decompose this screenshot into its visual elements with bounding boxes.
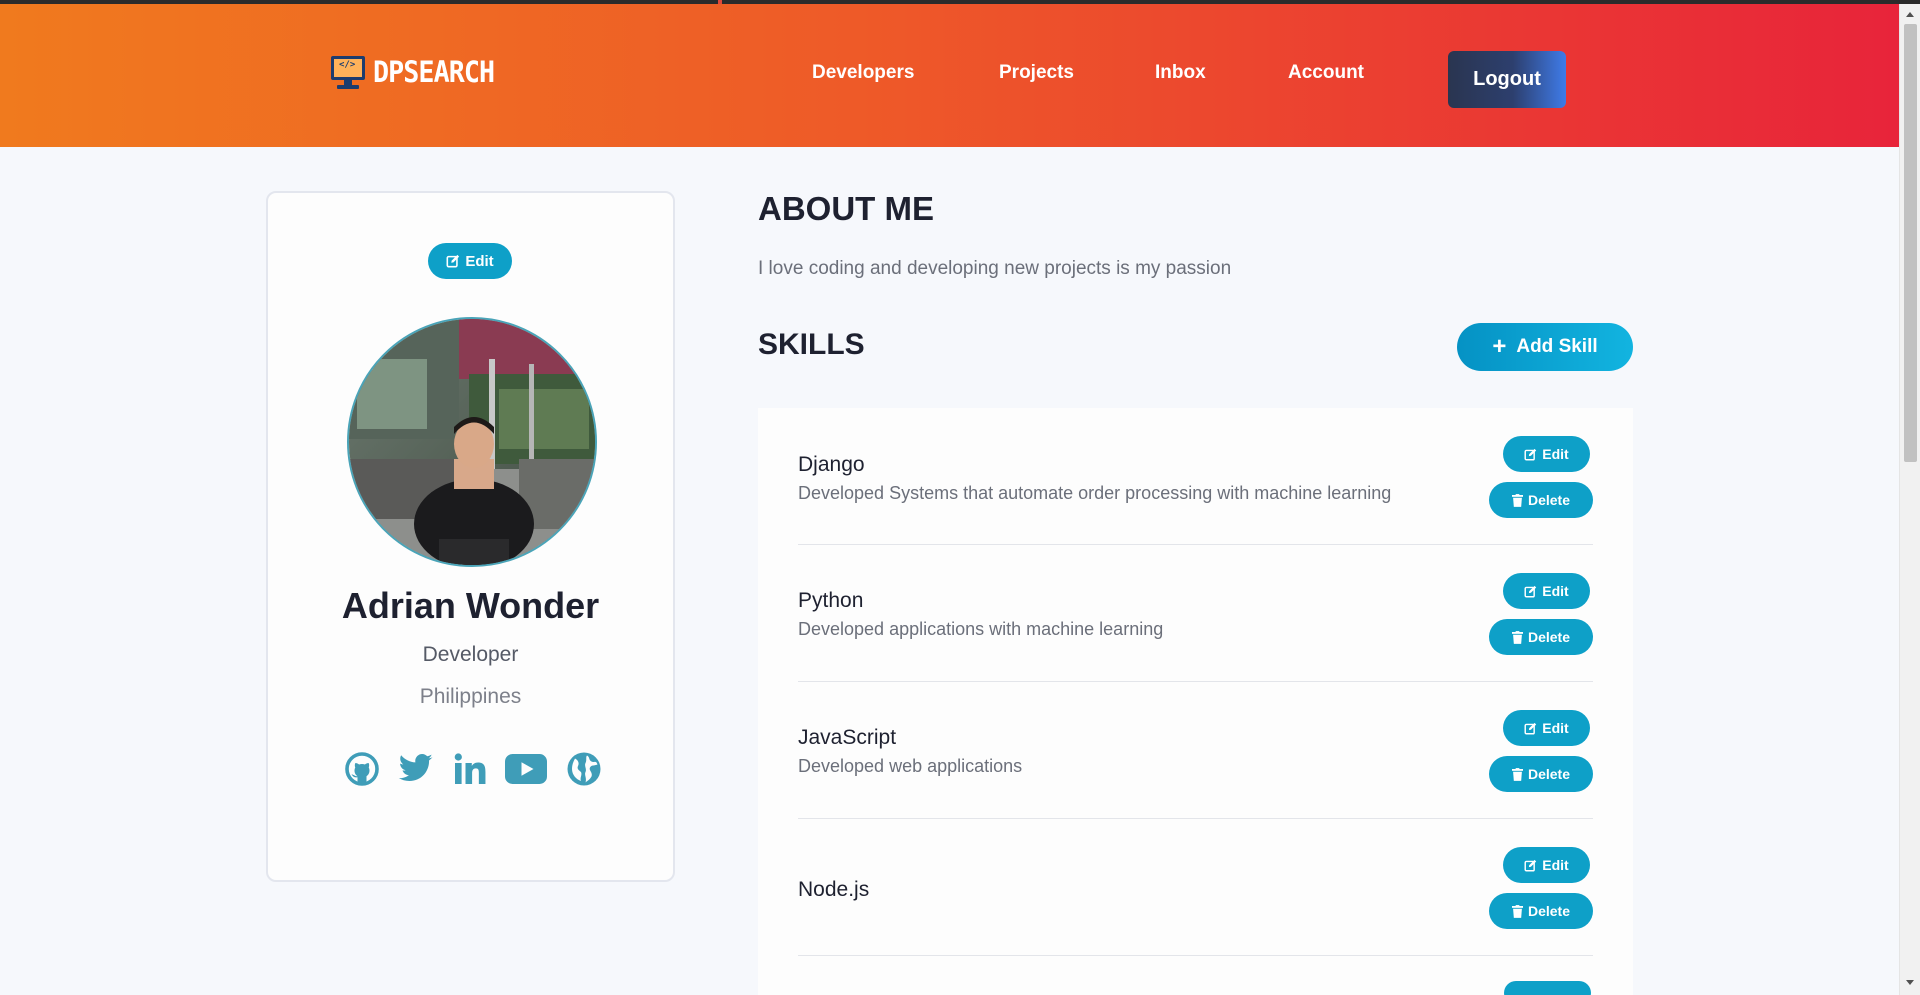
skills-title: SKILLS (758, 328, 865, 361)
trash-icon (1511, 767, 1523, 781)
scrollbar-thumb[interactable] (1904, 24, 1917, 462)
skill-edit-label: Edit (1542, 720, 1569, 736)
nav-projects[interactable]: Projects (999, 62, 1074, 84)
twitter-icon[interactable] (396, 749, 436, 789)
edit-icon (1524, 722, 1537, 735)
skill-edit-button[interactable]: Edit (1503, 573, 1590, 609)
logout-button[interactable]: Logout (1448, 51, 1566, 108)
skill-name: Node.js (798, 878, 870, 901)
skill-item: Python Developed applications with machi… (798, 545, 1593, 682)
skill-edit-button[interactable]: Edit (1503, 847, 1590, 883)
profile-card: Edit Adrian Wonder Developer Philippines (266, 191, 675, 882)
add-skill-button[interactable]: + Add Skill (1457, 323, 1633, 371)
skill-name: Django (798, 453, 865, 476)
skill-delete-label: Delete (1527, 492, 1571, 508)
skill-name: Python (798, 589, 864, 612)
skill-delete-button[interactable]: Delete (1489, 482, 1593, 518)
profile-location: Philippines (419, 685, 522, 708)
globe-icon[interactable] (564, 749, 604, 789)
edit-icon (446, 254, 460, 268)
profile-role: Developer (422, 643, 519, 666)
logo-text: DPSEARCH (373, 55, 495, 89)
skills-list: Django Developed Systems that automate o… (758, 408, 1633, 995)
github-icon[interactable] (342, 749, 382, 789)
site-logo[interactable]: </> DPSEARCH (331, 50, 505, 94)
skill-edit-button[interactable]: Edit (1503, 436, 1590, 472)
youtube-icon[interactable] (504, 749, 548, 789)
skill-edit-button[interactable]: Edit (1503, 710, 1590, 746)
avatar (347, 317, 597, 567)
skill-item: JavaScript Developed web applications Ed… (798, 682, 1593, 819)
social-links (342, 749, 604, 793)
plus-icon: + (1492, 333, 1507, 360)
skill-description: Developed applications with machine lear… (798, 619, 1164, 639)
skill-name: JavaScript (798, 726, 897, 749)
skill-edit-label: Edit (1542, 446, 1569, 462)
monitor-code-icon: </> (331, 54, 365, 90)
trash-icon (1511, 493, 1523, 507)
skill-description: Developed Systems that automate order pr… (798, 483, 1392, 503)
scroll-down-arrow-icon[interactable] (1906, 980, 1914, 985)
skill-edit-label: Edit (1542, 583, 1569, 599)
edit-icon (1524, 585, 1537, 598)
skill-edit-label: Edit (1542, 857, 1569, 873)
skill-description: Developed web applications (798, 756, 1023, 776)
trash-icon (1511, 630, 1523, 644)
skill-delete-label: Delete (1527, 903, 1571, 919)
site-header: </> DPSEARCH Developers Projects Inbox A… (0, 4, 1899, 147)
nav-inbox[interactable]: Inbox (1155, 62, 1206, 84)
skill-delete-label: Delete (1527, 629, 1571, 645)
trash-icon (1511, 904, 1523, 918)
page-scrollbar[interactable] (1899, 4, 1920, 995)
linkedin-icon[interactable] (450, 749, 490, 789)
nav-developers[interactable]: Developers (812, 62, 914, 84)
skill-item: Node.js Edit Delete (798, 819, 1593, 956)
scroll-up-arrow-icon[interactable] (1906, 12, 1914, 17)
next-skill-edit-button-partial[interactable] (1504, 981, 1591, 995)
edit-icon (1524, 859, 1537, 872)
add-skill-label: Add Skill (1516, 336, 1598, 357)
edit-icon (1524, 448, 1537, 461)
profile-edit-label: Edit (465, 252, 494, 270)
about-title: ABOUT ME (758, 190, 934, 227)
about-text: I love coding and developing new project… (758, 258, 1232, 279)
profile-name: Adrian Wonder (341, 585, 600, 626)
skill-delete-button[interactable]: Delete (1489, 756, 1593, 792)
skill-delete-button[interactable]: Delete (1489, 619, 1593, 655)
skill-delete-button[interactable]: Delete (1489, 893, 1593, 929)
nav-account[interactable]: Account (1288, 62, 1364, 84)
profile-edit-button[interactable]: Edit (428, 243, 512, 279)
skill-delete-label: Delete (1527, 766, 1571, 782)
skill-item: Django Developed Systems that automate o… (798, 408, 1593, 545)
